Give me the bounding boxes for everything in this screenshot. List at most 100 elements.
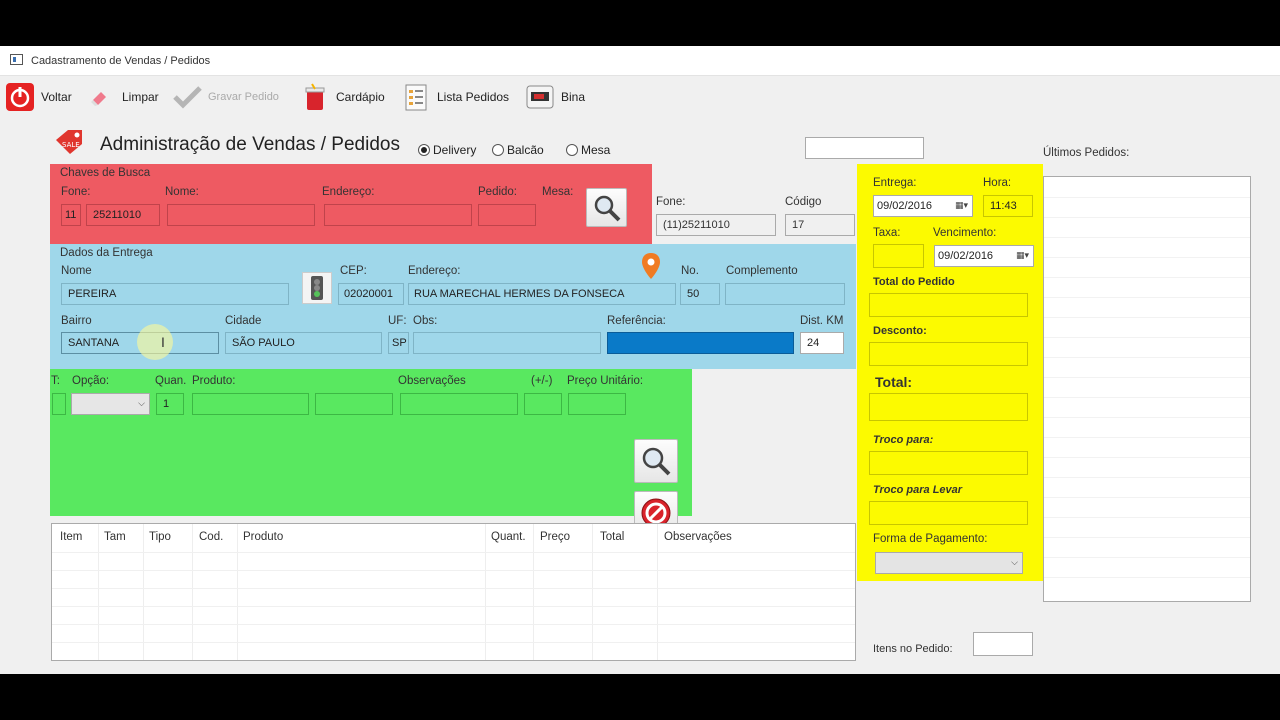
delivery-cep-input[interactable]: 02020001 — [338, 283, 404, 305]
summary-vencimento-date-value: 09/02/2016 — [938, 250, 994, 262]
radio-balcao-dot[interactable] — [492, 144, 504, 156]
summary-hora-input[interactable]: 11:43 — [983, 195, 1033, 217]
delivery-referencia-input[interactable] — [607, 332, 794, 354]
summary-taxa-input[interactable] — [873, 244, 924, 268]
cardapio-button[interactable]: Cardápio — [300, 82, 385, 112]
traffic-light-button[interactable] — [302, 272, 332, 304]
bina-button[interactable]: Bina — [525, 82, 585, 112]
gravar-pedido-button[interactable]: Gravar Pedido — [172, 82, 279, 112]
summary-troco-input[interactable] — [869, 451, 1028, 475]
lista-pedidos-button[interactable]: Lista Pedidos — [401, 82, 509, 112]
product-panel: T: Opção: Quan. Produto: Observações (+/… — [50, 369, 692, 552]
product-opcao-select[interactable]: ⌵ — [71, 393, 150, 415]
chevron-down-icon: ⌵ — [1011, 557, 1018, 567]
product-quan-input[interactable]: 1 — [156, 393, 184, 415]
search-pedido-input[interactable] — [478, 204, 536, 226]
radio-delivery-dot[interactable] — [418, 144, 430, 156]
delivery-cidade-input[interactable]: SÃO PAULO — [225, 332, 382, 354]
limpar-button[interactable]: Limpar — [88, 82, 159, 112]
cliente-fone-field[interactable]: (11)25211010 — [656, 214, 776, 236]
summary-taxa-label: Taxa: — [873, 227, 901, 239]
header-blank-field[interactable] — [805, 137, 924, 159]
calendar-dropdown-icon: ▦▾ — [1015, 250, 1029, 260]
delivery-endereco-input[interactable]: RUA MARECHAL HERMES DA FONSECA — [408, 283, 676, 305]
product-observacoes-input[interactable] — [400, 393, 518, 415]
list-row-line — [1044, 497, 1250, 498]
search-icon — [642, 447, 671, 476]
search-fone-label: Fone: — [61, 186, 91, 198]
search-ddd-input[interactable]: 11 — [61, 204, 81, 226]
summary-entrega-date[interactable]: 09/02/2016 ▦▾ — [873, 195, 973, 217]
grid-header-quant[interactable]: Quant. — [491, 531, 526, 543]
lista-label: Lista Pedidos — [437, 90, 510, 104]
delivery-dist-input[interactable]: 24 — [800, 332, 844, 354]
search-fone-input[interactable]: 25211010 — [86, 204, 160, 226]
search-endereco-input[interactable] — [324, 204, 472, 226]
map-pin-icon[interactable] — [641, 252, 661, 283]
grid-header-tipo[interactable]: Tipo — [149, 531, 171, 543]
gravar-label: Gravar Pedido — [208, 91, 279, 103]
delivery-no-input[interactable]: 50 — [680, 283, 720, 305]
list-row-line — [1044, 377, 1250, 378]
delivery-uf-label: UF: — [388, 315, 407, 327]
grid-header-preco[interactable]: Preço — [540, 531, 570, 543]
grid-col-divider — [486, 524, 534, 660]
cliente-fone-label: Fone: — [656, 196, 686, 208]
radio-mesa[interactable]: Mesa — [566, 143, 610, 157]
grid-header-total[interactable]: Total — [600, 531, 624, 543]
list-row-line — [1044, 257, 1250, 258]
radio-balcao-label: Balcão — [507, 143, 544, 157]
delivery-obs-input[interactable] — [413, 332, 601, 354]
product-produto-input[interactable] — [192, 393, 309, 415]
voltar-button[interactable]: Voltar — [5, 82, 72, 112]
ultimos-pedidos-label: Últimos Pedidos: — [1043, 147, 1130, 159]
delivery-complemento-input[interactable] — [725, 283, 845, 305]
list-row-line — [1044, 237, 1250, 238]
radio-mesa-label: Mesa — [581, 143, 611, 157]
grid-header-produto[interactable]: Produto — [243, 531, 283, 543]
radio-delivery[interactable]: Delivery — [418, 143, 476, 157]
order-items-grid[interactable]: Item Tam Tipo Cod. Produto Quant. Preço … — [51, 523, 856, 661]
list-row-line — [1044, 577, 1250, 578]
summary-troco-levar-input[interactable] — [869, 501, 1028, 525]
cliente-codigo-field[interactable]: 17 — [785, 214, 855, 236]
list-row-line — [1044, 337, 1250, 338]
summary-total-input[interactable] — [869, 393, 1028, 421]
radio-mesa-dot[interactable] — [566, 144, 578, 156]
delivery-uf-input[interactable]: SP — [388, 332, 409, 354]
delivery-nome-input[interactable]: PEREIRA — [61, 283, 289, 305]
radio-balcao[interactable]: Balcão — [492, 143, 544, 157]
summary-entrega-date-value: 09/02/2016 — [877, 200, 933, 212]
product-observacoes-label: Observações — [398, 375, 466, 387]
search-nome-input[interactable] — [167, 204, 315, 226]
product-produto-label: Produto: — [192, 375, 236, 387]
product-preco-input[interactable] — [568, 393, 626, 415]
radio-delivery-label: Delivery — [433, 143, 477, 157]
grid-header-cod[interactable]: Cod. — [199, 531, 223, 543]
grid-header-item[interactable]: Item — [60, 531, 82, 543]
itens-no-pedido-field[interactable] — [973, 632, 1033, 656]
product-search-button[interactable] — [634, 439, 678, 483]
search-button[interactable] — [586, 188, 627, 227]
search-pedido-label: Pedido: — [478, 186, 518, 198]
summary-desconto-input[interactable] — [869, 342, 1028, 366]
grid-header-observacoes[interactable]: Observações — [664, 531, 732, 543]
limpar-label: Limpar — [122, 90, 159, 104]
grid-col-divider — [193, 524, 238, 660]
summary-forma-pagamento-select[interactable]: ⌵ — [875, 552, 1023, 574]
ultimos-pedidos-list[interactable] — [1043, 176, 1251, 602]
app-icon — [10, 54, 23, 65]
summary-total-pedido-input[interactable] — [869, 293, 1028, 317]
search-keys-legend: Chaves de Busca — [60, 167, 151, 179]
grid-header-tam[interactable]: Tam — [104, 531, 126, 543]
product-t-input[interactable] — [52, 393, 66, 415]
grid-row-line — [52, 570, 855, 571]
grid-row-line — [52, 624, 855, 625]
chevron-down-icon: ⌵ — [138, 398, 145, 408]
window-title: Cadastramento de Vendas / Pedidos — [31, 55, 211, 67]
grid-row-line — [52, 606, 855, 607]
summary-desconto-label: Desconto: — [873, 325, 927, 337]
product-extra-input[interactable] — [315, 393, 393, 415]
summary-vencimento-date[interactable]: 09/02/2016 ▦▾ — [934, 245, 1034, 267]
product-maismenos-input[interactable] — [524, 393, 562, 415]
